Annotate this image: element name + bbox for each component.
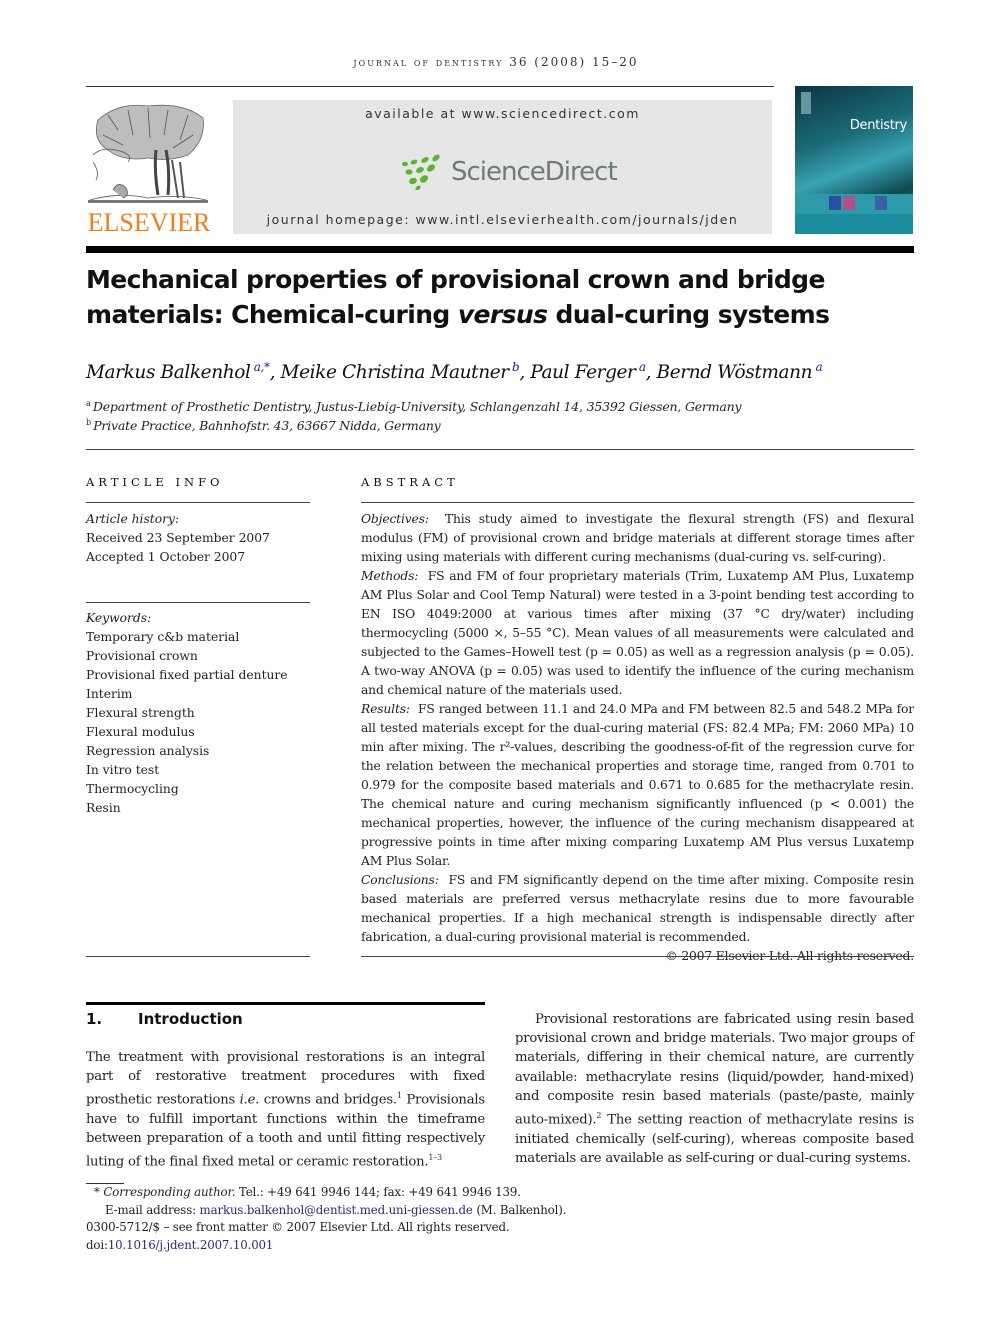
author-affiliation-mark[interactable]: a [639,360,646,374]
results-label: Results: [361,702,410,716]
front-matter-note: 0300-5712/$ – see front matter © 2007 El… [86,1220,510,1234]
article-history: Article history: Received 23 September 2… [86,510,310,567]
author-affiliation-mark[interactable]: b [512,360,520,374]
author-affiliation-mark[interactable]: a,* [254,360,270,374]
affiliation-text: Private Practice, Bahnhofstr. 43, 63667 … [93,418,441,434]
objectives-text: This study aimed to investigate the flex… [361,512,914,564]
article-history-label: Article history: [86,512,180,526]
title-text: dual-curing systems [547,300,830,329]
cover-thumbnail [843,196,855,210]
author-list: Markus Balkenhol a,*, Meike Christina Ma… [86,360,823,384]
email-label: E-mail address: [105,1202,200,1217]
section-heading-introduction: 1. Introduction [86,1010,243,1028]
keyword: Interim [86,687,133,701]
keyword: Provisional fixed partial denture [86,668,288,682]
introduction-paragraph-1: The treatment with provisional restorati… [86,1048,485,1172]
keyword: Thermocycling [86,782,179,796]
affiliation: a Department of Prosthetic Dentistry, Ju… [86,399,916,414]
keywords-label: Keywords: [86,611,152,625]
keyword: Flexural modulus [86,725,195,739]
section-title: Introduction [138,1010,243,1028]
article-info-divider [86,502,310,503]
sciencedirect-dots-icon [402,154,440,190]
keyword: Temporary c&b material [86,630,240,644]
corresponding-label: Corresponding author. [103,1185,236,1199]
introduction-paragraph-2: Provisional restorations are fabricated … [515,1010,914,1168]
abstract-conclusions: Conclusions: FS and FM significantly dep… [361,871,914,947]
keyword: Regression analysis [86,744,210,758]
accepted-date: Accepted 1 October 2007 [86,550,246,564]
received-date: Received 23 September 2007 [86,531,270,545]
abstract-results: Results: FS ranged between 11.1 and 24.0… [361,700,914,871]
body-text: crowns and bridges. [259,1092,397,1108]
corresponding-author-note: * Corresponding author. Tel.: +49 641 99… [86,1184,686,1202]
cover-thumbnail [875,196,887,210]
elsevier-logo[interactable]: ELSEVIER [86,98,212,238]
author-name[interactable]: Bernd Wöstmann [657,362,813,383]
objectives-label: Objectives: [361,512,429,526]
body-text: Provisional restorations are fabricated … [515,1012,914,1128]
elsevier-wordmark: ELSEVIER [87,208,211,237]
author-name[interactable]: Markus Balkenhol [86,362,251,383]
header-divider [86,86,774,87]
affiliation-key: a [86,399,91,408]
cover-thumbnail [829,196,841,210]
article-info-heading: ARTICLE INFO [86,475,224,489]
abstract-body: Objectives: This study aimed to investig… [361,510,914,966]
journal-homepage-link[interactable]: journal homepage: www.intl.elsevierhealt… [233,212,772,227]
doi-label: doi: [86,1237,108,1252]
abstract-objectives: Objectives: This study aimed to investig… [361,510,914,567]
abstract-bottom-divider [361,956,914,957]
reference-link[interactable]: 1–3 [428,1153,442,1162]
cover-title: Dentistry [849,118,907,133]
article-title: Mechanical properties of provisional cro… [86,262,916,332]
keywords-divider [86,602,310,603]
sciencedirect-logo[interactable]: ScienceDirect [399,152,618,192]
methods-label: Methods: [361,569,419,583]
conclusions-label: Conclusions: [361,873,439,887]
email-suffix: (M. Balkenhol). [472,1202,567,1217]
keyword: Resin [86,801,121,815]
cover-strip [795,214,913,234]
available-at-link[interactable]: available at www.sciencedirect.com [233,106,772,121]
corresponding-contact: Tel.: +49 641 9946 144; fax: +49 641 994… [235,1185,521,1199]
affiliation-text: Department of Prosthetic Dentistry, Just… [92,399,742,415]
header-thick-divider [86,246,914,253]
email-note: E-mail address: markus.balkenhol@dentist… [86,1202,686,1220]
keyword: Flexural strength [86,706,195,720]
results-text: FS ranged between 11.1 and 24.0 MPa and … [361,702,914,868]
journal-cover-image[interactable]: Dentistry [795,86,913,234]
conclusions-text: FS and FM significantly depend on the ti… [361,873,915,944]
cover-badge [801,92,811,114]
running-head: journal of dentistry 36 (2008) 15–20 [353,55,639,69]
keywords-list: Keywords: Temporary c&b material Provisi… [86,609,310,818]
footnote-mark: * [94,1185,100,1199]
methods-text: FS and FM of four proprietary materials … [361,569,914,697]
affiliation: b Private Practice, Bahnhofstr. 43, 6366… [86,418,916,433]
elsevier-tree-icon [88,104,208,203]
section-divider [86,1002,485,1005]
author-affiliation-mark[interactable]: a [816,360,823,374]
sciencedirect-wordmark: ScienceDirect [451,157,618,187]
email-link[interactable]: markus.balkenhol@dentist.med.uni-giessen… [200,1203,473,1217]
keyword: Provisional crown [86,649,198,663]
footnotes: * Corresponding author. Tel.: +49 641 99… [86,1184,686,1254]
keyword: In vitro test [86,763,160,777]
sciencedirect-banner: available at www.sciencedirect.com Scien… [233,100,772,234]
author-name[interactable]: Meike Christina Mautner [281,362,510,383]
section-number: 1. [86,1010,103,1028]
abstract-divider [361,502,914,503]
article-info-bottom-divider [86,956,310,957]
author-name[interactable]: Paul Ferger [530,362,636,383]
body-italic: i.e. [239,1092,260,1108]
affiliation-key: b [86,418,91,427]
abstract-methods: Methods: FS and FM of four proprietary m… [361,567,914,700]
affiliation-divider [86,449,914,450]
doi-link[interactable]: 10.1016/j.jdent.2007.10.001 [108,1238,274,1252]
doi-note: doi:10.1016/j.jdent.2007.10.001 [86,1237,686,1255]
title-italic: versus [457,300,548,329]
abstract-heading: ABSTRACT [361,475,459,489]
